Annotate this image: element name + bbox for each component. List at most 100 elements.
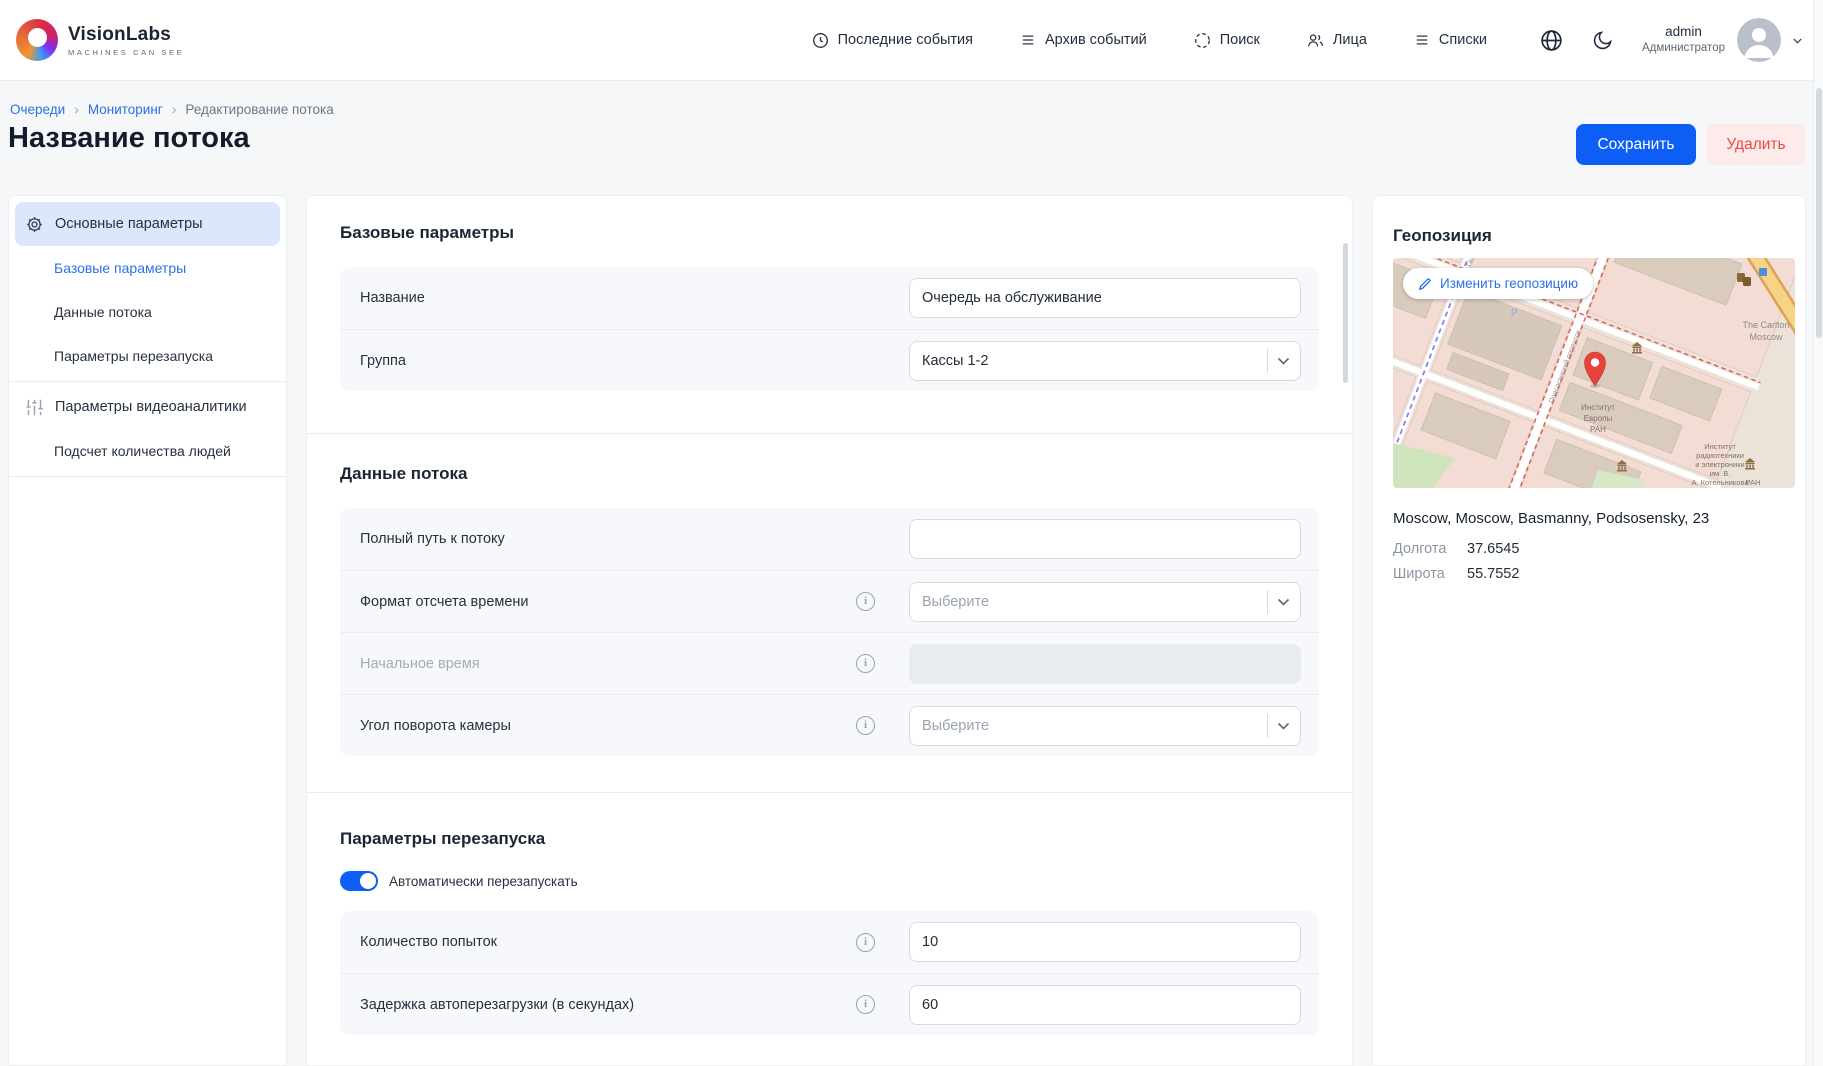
user-role: Администратор bbox=[1642, 41, 1725, 55]
breadcrumb-monitoring[interactable]: Мониторинг bbox=[88, 102, 163, 117]
attempts-count-input[interactable] bbox=[909, 922, 1301, 962]
nav-lists[interactable]: Списки bbox=[1413, 31, 1487, 49]
svg-text:РАН: РАН bbox=[1590, 425, 1606, 434]
info-icon[interactable] bbox=[856, 654, 875, 673]
save-button[interactable]: Сохранить bbox=[1576, 124, 1696, 165]
group-select[interactable]: Кассы 1-2 bbox=[909, 341, 1301, 381]
svg-text:The Carlton: The Carlton bbox=[1742, 320, 1789, 330]
avatar[interactable] bbox=[1737, 18, 1781, 62]
user-name: admin bbox=[1642, 24, 1725, 41]
time-format-select[interactable]: Выберите bbox=[909, 582, 1301, 622]
section-title-restart-params: Параметры перезапуска bbox=[340, 829, 1319, 849]
row-camera-rotation: Угол поворота камеры Выберите bbox=[340, 694, 1319, 756]
sidebar-item-people-count[interactable]: Подсчет количества людей bbox=[15, 429, 280, 473]
visionlabs-logo[interactable]: VisionLabs MACHINES CAN SEE bbox=[16, 19, 184, 61]
camera-rotation-select[interactable]: Выберите bbox=[909, 706, 1301, 746]
nav-events-archive[interactable]: Архив событий bbox=[1019, 31, 1147, 49]
auto-restart-toggle-on[interactable] bbox=[340, 871, 378, 891]
stream-data-rows: Полный путь к потоку Формат отсчета врем… bbox=[340, 508, 1319, 756]
row-name: Название bbox=[340, 267, 1319, 329]
svg-text:Европы: Европы bbox=[1584, 414, 1613, 423]
geo-latitude-row: Широта 55.7552 bbox=[1393, 566, 1785, 582]
section-divider bbox=[307, 792, 1352, 793]
name-input[interactable] bbox=[909, 278, 1301, 318]
row-group: Группа Кассы 1-2 bbox=[340, 329, 1319, 391]
brand-tagline: MACHINES CAN SEE bbox=[68, 48, 184, 57]
scan-circle-icon bbox=[1193, 31, 1212, 50]
stream-settings-card: Базовые параметры Название Группа Кассы … bbox=[306, 195, 1353, 1066]
top-nav: Последние события Архив событий Поиск Ли… bbox=[811, 31, 1487, 50]
svg-text:А. Котельникова: А. Котельникова bbox=[1691, 478, 1749, 487]
clock-icon bbox=[811, 31, 830, 50]
list-icon bbox=[1019, 31, 1037, 49]
breadcrumb-separator: › bbox=[74, 101, 79, 117]
form-scrollbar-thumb[interactable] bbox=[1343, 243, 1348, 383]
chevron-down-icon bbox=[1277, 357, 1290, 365]
svg-text:и электроники: и электроники bbox=[1695, 460, 1744, 469]
breadcrumb-separator: › bbox=[172, 101, 177, 117]
pencil-icon bbox=[1418, 277, 1432, 291]
user-info: admin Администратор bbox=[1642, 24, 1725, 55]
breadcrumb-queues[interactable]: Очереди bbox=[10, 102, 65, 117]
sidebar-divider bbox=[9, 476, 286, 477]
list-icon bbox=[1413, 31, 1431, 49]
svg-text:им. В.: им. В. bbox=[1710, 469, 1731, 478]
svg-text:Институт: Институт bbox=[1581, 403, 1615, 412]
row-stream-path: Полный путь к потоку bbox=[340, 508, 1319, 570]
nav-faces[interactable]: Лица bbox=[1306, 31, 1367, 50]
delete-button[interactable]: Удалить bbox=[1706, 124, 1806, 165]
language-globe-icon[interactable] bbox=[1539, 28, 1564, 53]
map-poi-icon bbox=[1759, 268, 1767, 276]
browser-scrollbar[interactable] bbox=[1813, 0, 1823, 1066]
dark-mode-moon-icon[interactable] bbox=[1591, 29, 1614, 52]
sidebar-item-video-analytics[interactable]: Параметры видеоаналитики bbox=[15, 385, 280, 429]
section-divider bbox=[307, 433, 1352, 434]
auto-restart-row: Автоматически перезапускать bbox=[340, 871, 1319, 891]
page-title: Название потока bbox=[8, 122, 250, 155]
restart-params-rows: Количество попыток Задержка автоперезагр… bbox=[340, 911, 1319, 1035]
chevron-down-icon bbox=[1277, 722, 1290, 730]
geo-longitude-row: Долгота 37.6545 bbox=[1393, 541, 1785, 557]
user-menu-chevron-down-icon[interactable] bbox=[1790, 33, 1805, 48]
info-icon[interactable] bbox=[856, 716, 875, 735]
stream-path-input[interactable] bbox=[909, 519, 1301, 559]
gear-icon bbox=[25, 215, 44, 234]
info-icon[interactable] bbox=[856, 592, 875, 611]
sidebar-item-restart-params[interactable]: Параметры перезапуска bbox=[15, 334, 280, 378]
basic-params-rows: Название Группа Кассы 1-2 bbox=[340, 267, 1319, 391]
sliders-icon bbox=[25, 398, 44, 417]
row-attempts-count: Количество попыток bbox=[340, 911, 1319, 973]
sidebar-item-stream-data[interactable]: Данные потока bbox=[15, 290, 280, 334]
edit-geoposition-button[interactable]: Изменить геопозицию bbox=[1403, 268, 1593, 299]
row-start-time: Начальное время bbox=[340, 632, 1319, 694]
svg-text:РАН: РАН bbox=[1746, 478, 1761, 487]
row-time-format: Формат отсчета времени Выберите bbox=[340, 570, 1319, 632]
svg-text:радиотехники: радиотехники bbox=[1696, 451, 1744, 460]
restart-delay-input[interactable] bbox=[909, 985, 1301, 1025]
map-parking-icon: P bbox=[1511, 308, 1518, 319]
info-icon[interactable] bbox=[856, 933, 875, 952]
map: Подсосенский переулок Газетный переулок … bbox=[1393, 258, 1795, 488]
nav-search[interactable]: Поиск bbox=[1193, 31, 1260, 50]
section-title-basic-params: Базовые параметры bbox=[340, 223, 1319, 243]
app-header: VisionLabs MACHINES CAN SEE Последние со… bbox=[0, 0, 1823, 81]
breadcrumb-current: Редактирование потока bbox=[185, 102, 333, 117]
brand-name: VisionLabs bbox=[68, 24, 184, 46]
geo-address: Moscow, Moscow, Basmanny, Podsosensky, 2… bbox=[1393, 510, 1785, 527]
people-icon bbox=[1306, 31, 1325, 50]
sidebar-item-main-params[interactable]: Основные параметры bbox=[15, 202, 280, 246]
visionlabs-logo-icon bbox=[16, 19, 58, 61]
info-icon[interactable] bbox=[856, 995, 875, 1014]
breadcrumb: Очереди › Мониторинг › Редактирование по… bbox=[10, 101, 334, 117]
svg-text:Moscow: Moscow bbox=[1749, 332, 1783, 342]
row-restart-delay: Задержка автоперезагрузки (в секундах) bbox=[340, 973, 1319, 1035]
start-time-input-disabled bbox=[909, 644, 1301, 684]
section-title-stream-data: Данные потока bbox=[340, 464, 1319, 484]
settings-sidebar: Основные параметры Базовые параметры Дан… bbox=[8, 195, 287, 1066]
geoposition-title: Геопозиция bbox=[1393, 226, 1785, 246]
sidebar-item-basic-params[interactable]: Базовые параметры bbox=[15, 246, 280, 290]
browser-scrollbar-thumb[interactable] bbox=[1816, 88, 1822, 338]
sidebar-divider bbox=[9, 381, 286, 382]
nav-latest-events[interactable]: Последние события bbox=[811, 31, 973, 50]
geoposition-card: Геопозиция bbox=[1372, 195, 1806, 1066]
